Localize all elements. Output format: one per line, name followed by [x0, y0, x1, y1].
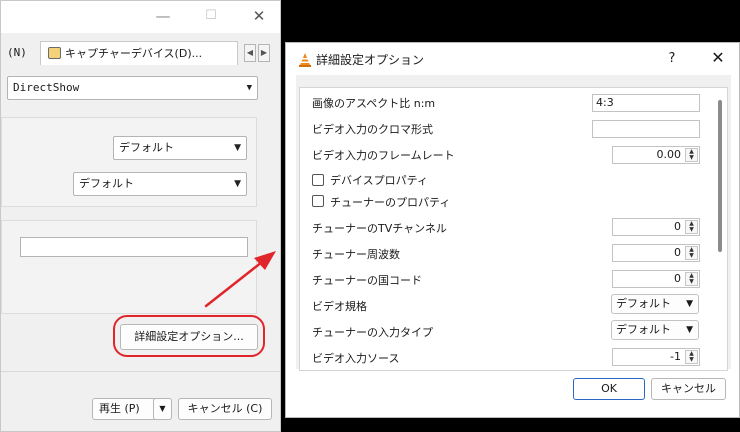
media-tab-bar: (N) キャプチャーデバイス(D)... ◀ ▶ [1, 39, 280, 67]
tv-channel-label: チューナーのTVチャンネル [312, 222, 447, 235]
tab-capture-device[interactable]: キャプチャーデバイス(D)... [40, 41, 238, 65]
frame-rate-label: ビデオ入力のフレームレート [312, 149, 455, 162]
dialog-titlebar: 詳細設定オプション ? ✕ [286, 43, 739, 75]
maximize-icon[interactable]: ☐ [197, 5, 225, 27]
close-icon[interactable]: ✕ [706, 48, 730, 68]
cancel-button[interactable]: キャンセル (C) [178, 398, 272, 420]
aspect-ratio-label: 画像のアスペクト比 n:m [312, 97, 436, 110]
video-source-label: ビデオ入力ソース [312, 352, 400, 365]
ok-button[interactable]: OK [573, 378, 645, 400]
tuner-input-type-value: デフォルト [616, 323, 671, 336]
tab-scroll-left-icon[interactable]: ◀ [244, 44, 256, 62]
audio-device-value: デフォルト [79, 177, 134, 190]
chevron-down-icon: ▼ [246, 83, 252, 93]
help-icon[interactable]: ? [660, 49, 684, 69]
audio-device-select[interactable]: デフォルト ▼ [73, 172, 247, 196]
chevron-down-icon: ▼ [234, 179, 241, 189]
extra-options-input[interactable] [20, 237, 248, 257]
video-standard-value: デフォルト [616, 297, 671, 310]
dialog-cancel-button[interactable]: キャンセル [651, 378, 726, 400]
tuner-input-type-label: チューナーの入力タイプ [312, 326, 433, 339]
chevron-down-icon: ▼ [686, 325, 693, 335]
tuner-frequency-value: 0 [674, 246, 681, 259]
minimize-icon[interactable]: — [149, 5, 177, 27]
spin-arrows-icon[interactable]: ▲ ▼ [685, 246, 698, 260]
tab-network[interactable]: (N) [7, 41, 27, 65]
video-device-select[interactable]: デフォルト ▼ [113, 136, 247, 160]
dialog-title: 詳細設定オプション [316, 53, 425, 67]
device-type-value: DirectShow [13, 81, 80, 94]
tv-channel-value: 0 [674, 220, 681, 233]
tuner-country-spinbox[interactable]: 0 ▲ ▼ [612, 270, 700, 288]
video-device-value: デフォルト [119, 141, 174, 154]
tv-channel-spinbox[interactable]: 0 ▲ ▼ [612, 218, 700, 236]
spin-arrows-icon[interactable]: ▲ ▼ [685, 350, 698, 364]
spin-arrows-icon[interactable]: ▲ ▼ [685, 272, 698, 286]
video-source-value: -1 [670, 350, 681, 363]
tuner-properties-label: チューナーのプロパティ [330, 196, 451, 209]
tuner-frequency-label: チューナー周波数 [312, 248, 400, 261]
chroma-format-label: ビデオ入力のクロマ形式 [312, 123, 433, 136]
video-standard-label: ビデオ規格 [312, 300, 367, 313]
tuner-properties-checkbox[interactable] [312, 195, 324, 207]
device-type-select[interactable]: DirectShow ▼ [7, 76, 258, 100]
chevron-down-icon: ▼ [686, 299, 693, 309]
play-dropdown-button[interactable]: ▼ [153, 398, 172, 420]
tab-capture-device-label: キャプチャーデバイス(D)... [65, 47, 203, 60]
spin-arrows-icon[interactable]: ▲ ▼ [685, 148, 698, 162]
tuner-country-label: チューナーの国コード [312, 274, 422, 287]
close-icon[interactable]: ✕ [245, 5, 273, 27]
open-media-window: — ☐ ✕ (N) キャプチャーデバイス(D)... ◀ ▶ DirectSho… [0, 0, 281, 432]
capture-device-icon [48, 47, 61, 59]
chroma-format-input[interactable] [592, 120, 700, 138]
open-media-titlebar: — ☐ ✕ [1, 1, 280, 33]
tuner-country-value: 0 [674, 272, 681, 285]
options-list-panel: 画像のアスペクト比 n:m 4:3 ビデオ入力のクロマ形式 ビデオ入力のフレーム… [299, 87, 728, 371]
tuner-frequency-spinbox[interactable]: 0 ▲ ▼ [612, 244, 700, 262]
highlight-annotation [113, 315, 265, 357]
frame-rate-value: 0.00 [656, 148, 682, 161]
tab-scroll-right-icon[interactable]: ▶ [258, 44, 270, 62]
divider [1, 371, 280, 372]
tuner-input-type-select[interactable]: デフォルト ▼ [611, 320, 699, 340]
device-properties-label: デバイスプロパティ [330, 174, 429, 187]
vlc-cone-icon [299, 53, 311, 67]
frame-rate-spinbox[interactable]: 0.00 ▲ ▼ [612, 146, 700, 164]
video-source-spinbox[interactable]: -1 ▲ ▼ [612, 348, 700, 366]
device-properties-checkbox[interactable] [312, 174, 324, 186]
options-scrollbar[interactable] [718, 100, 722, 252]
video-standard-select[interactable]: デフォルト ▼ [611, 294, 699, 314]
options-group [1, 220, 257, 314]
aspect-ratio-value: 4:3 [596, 96, 614, 109]
aspect-ratio-input[interactable]: 4:3 [592, 94, 700, 112]
chevron-down-icon: ▼ [234, 143, 241, 153]
spin-arrows-icon[interactable]: ▲ ▼ [685, 220, 698, 234]
